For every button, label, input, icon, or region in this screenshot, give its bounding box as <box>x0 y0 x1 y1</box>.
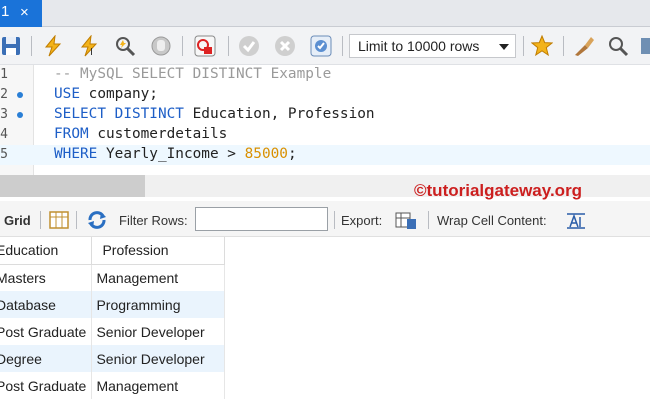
tab-strip: 1 × <box>0 0 650 27</box>
statement-marker-icon <box>17 112 23 118</box>
limit-rows-select[interactable]: Limit to 10000 rows <box>349 34 516 58</box>
sql-keyword: SELECT <box>54 106 106 122</box>
export-icon[interactable] <box>395 209 417 231</box>
commit-icon[interactable] <box>238 35 260 57</box>
sql-keyword: USE <box>54 86 80 102</box>
code-text: WHERE Yearly_Income > 85000; <box>54 146 297 162</box>
sql-text: company; <box>80 86 158 102</box>
bookmark-star-icon[interactable] <box>531 35 553 57</box>
tab-label: 1 <box>1 3 10 20</box>
table-row[interactable]: Post Graduate Management <box>0 372 225 399</box>
code-text: SELECT DISTINCT Education, Profession <box>54 106 375 122</box>
toolbar-separator <box>342 36 343 56</box>
cell-education[interactable]: Database <box>0 291 93 318</box>
rollback-icon[interactable] <box>274 35 296 57</box>
toolbar-separator <box>31 36 32 56</box>
svg-text:I: I <box>90 47 93 57</box>
table-row[interactable]: Masters Management <box>0 264 225 291</box>
export-label: Export: <box>341 213 383 228</box>
result-grid: Education Profession Masters Management … <box>0 237 225 399</box>
refresh-icon[interactable] <box>86 209 108 231</box>
table-row[interactable]: Degree Senior Developer <box>0 345 225 372</box>
sql-comment: -- MySQL SELECT DISTINCT Example <box>54 66 332 82</box>
execute-icon[interactable] <box>42 35 64 57</box>
result-grid-label: Grid <box>4 213 31 228</box>
autocommit-icon[interactable] <box>310 35 332 57</box>
sql-number: 85000 <box>244 146 288 162</box>
toolbar-separator <box>428 211 429 229</box>
sql-keyword: FROM <box>54 126 89 142</box>
cell-education[interactable]: Post Graduate <box>0 372 93 399</box>
toolbar-overflow-icon[interactable] <box>640 35 650 57</box>
statement-marker-icon <box>17 92 23 98</box>
toolbar-separator <box>334 211 335 229</box>
line-number: 1 <box>0 67 8 82</box>
toolbar-separator <box>523 36 524 56</box>
line-number: 5 <box>0 147 8 162</box>
line-number: 2 <box>0 87 8 102</box>
column-header-profession[interactable]: Profession <box>91 237 225 265</box>
column-header-education[interactable]: Education <box>0 237 93 265</box>
filter-rows-label: Filter Rows: <box>119 213 188 228</box>
code-line[interactable]: 2 USE company; <box>0 85 650 105</box>
code-line[interactable]: 4 FROM customerdetails <box>0 125 650 145</box>
line-number: 3 <box>0 107 8 122</box>
sql-text: customerdetails <box>88 126 228 142</box>
grid-header-row: Education Profession <box>0 237 225 265</box>
beautify-icon[interactable] <box>573 35 595 57</box>
cell-education[interactable]: Post Graduate <box>0 318 93 345</box>
toolbar-separator <box>228 36 229 56</box>
sql-keyword: WHERE <box>54 146 98 162</box>
code-text: FROM customerdetails <box>54 126 227 142</box>
cell-profession[interactable]: Senior Developer <box>91 345 225 372</box>
line-number: 4 <box>0 127 8 142</box>
filter-rows-input[interactable] <box>195 207 328 231</box>
code-text: -- MySQL SELECT DISTINCT Example <box>54 66 331 82</box>
execute-current-icon[interactable]: I <box>78 35 100 57</box>
table-row[interactable]: Post Graduate Senior Developer <box>0 318 225 345</box>
tab-close-icon[interactable]: × <box>20 4 29 21</box>
wrap-text-icon[interactable] <box>565 209 587 231</box>
sql-keyword: DISTINCT <box>114 106 184 122</box>
sql-editor[interactable]: 1 -- MySQL SELECT DISTINCT Example 2 USE co… <box>0 65 650 175</box>
cell-profession[interactable]: Management <box>91 264 225 291</box>
toolbar-separator <box>182 36 183 56</box>
wrap-cell-label: Wrap Cell Content: <box>437 213 547 228</box>
code-text: USE company; <box>54 86 158 102</box>
sql-text: Yearly_Income > <box>97 146 245 162</box>
toolbar-separator <box>76 211 77 229</box>
save-icon[interactable] <box>0 35 22 57</box>
query-toolbar: I Limit to 10000 rows <box>0 27 650 65</box>
chevron-down-icon <box>499 44 509 50</box>
find-icon[interactable] <box>607 35 629 57</box>
sql-text: ; <box>287 146 297 162</box>
cell-profession[interactable]: Senior Developer <box>91 318 225 345</box>
cell-education[interactable]: Masters <box>0 264 93 291</box>
code-line[interactable]: 5 WHERE Yearly_Income > 85000; <box>0 145 650 165</box>
code-line[interactable]: 1 -- MySQL SELECT DISTINCT Example <box>0 65 650 85</box>
grid-view-icon[interactable] <box>48 209 70 231</box>
stop-icon[interactable] <box>150 35 172 57</box>
scrollbar-thumb[interactable] <box>0 175 145 197</box>
cell-profession[interactable]: Programming <box>91 291 225 318</box>
result-toolbar: Grid Filter Rows: Export: Wrap Cell Cont… <box>0 201 650 237</box>
sql-text: Education, Profession <box>183 106 375 122</box>
toolbar-separator <box>40 211 41 229</box>
cell-education[interactable]: Degree <box>0 345 93 372</box>
tab-query-1[interactable]: 1 × <box>0 0 42 27</box>
toolbar-separator <box>563 36 564 56</box>
cell-profession[interactable]: Management <box>91 372 225 399</box>
watermark: ©tutorialgateway.org <box>414 181 583 200</box>
explain-icon[interactable] <box>114 35 136 57</box>
limit-rows-value: Limit to 10000 rows <box>358 38 480 54</box>
code-line[interactable]: 3 SELECT DISTINCT Education, Profession <box>0 105 650 125</box>
table-row[interactable]: Database Programming <box>0 291 225 318</box>
toggle-error-icon[interactable] <box>194 35 216 57</box>
